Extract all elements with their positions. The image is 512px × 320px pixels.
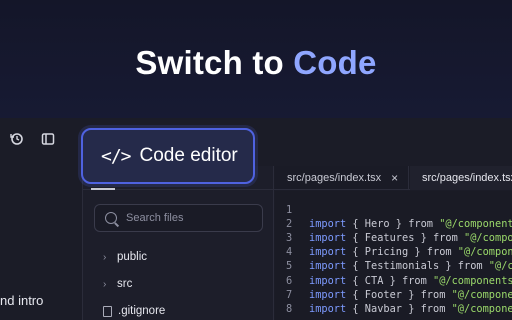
left-sidebar: nd intro — [0, 118, 82, 320]
line-number: 7 — [286, 288, 293, 301]
hero-banner: Switch to Code — [0, 0, 512, 118]
code-line: import { Footer } from "@/compone — [309, 289, 512, 301]
tab-label: src/pages/index.tsx — [422, 172, 512, 184]
tab-index-tsx-active[interactable]: src/pages/index.tsx — [410, 166, 512, 190]
close-icon[interactable]: × — [391, 171, 398, 185]
line-number: 8 — [286, 302, 293, 315]
chevron-right-icon: › — [103, 278, 107, 290]
code-line: import { Features } from "@/compon — [309, 232, 512, 244]
code-keyword: import — [309, 302, 347, 315]
headline-accent: Code — [293, 44, 377, 81]
search-placeholder: Search files — [126, 212, 184, 224]
headline-prefix: Switch to — [135, 44, 294, 81]
code-keyword: import — [309, 288, 347, 301]
sidebar-item-label[interactable]: nd intro — [0, 293, 43, 308]
code-string: "@/compon — [464, 232, 512, 245]
tab-index-tsx[interactable]: src/pages/index.tsx × — [275, 166, 409, 190]
code-line: import { CTA } from "@/components — [309, 275, 512, 287]
code-string: "@/compone — [451, 288, 512, 301]
tree-item-label: .gitignore — [118, 305, 166, 317]
code-text: { Pricing } from — [346, 246, 458, 259]
file-explorer: Search files › public › src .gitignore — [82, 166, 275, 320]
tree-item-label: public — [117, 251, 148, 263]
editor-app: nd intro Search files › public › src .gi… — [0, 118, 512, 320]
editor-tabs: src/pages/index.tsx × src/pages/index.ts… — [275, 166, 512, 190]
badge-label: Code editor — [139, 145, 238, 166]
code-text: { Navbar } from — [346, 302, 452, 315]
code-string: "@/components — [433, 274, 512, 287]
code-string: "@/compone — [457, 246, 512, 259]
tree-item-gitignore[interactable]: .gitignore — [103, 303, 165, 319]
line-number: 2 — [286, 218, 293, 231]
chevron-right-icon: › — [103, 251, 107, 263]
code-keyword: import — [309, 246, 347, 259]
tree-item-src[interactable]: › src — [103, 276, 132, 292]
code-keyword: import — [309, 218, 347, 231]
code-keyword: import — [309, 232, 347, 245]
code-line: import { Testimonials } from "@/co — [309, 260, 512, 272]
code-line: import { Navbar } from "@/compone — [309, 303, 512, 315]
line-number: 6 — [286, 274, 293, 287]
explorer-tab-indicator — [91, 188, 115, 190]
search-input[interactable]: Search files — [94, 204, 263, 232]
code-text: { Testimonials } from — [346, 260, 489, 273]
code-text: { Features } from — [346, 232, 464, 245]
headline: Switch to Code — [0, 44, 512, 82]
refresh-icon[interactable] — [9, 132, 25, 148]
code-text: { Footer } from — [346, 288, 452, 301]
line-number: 5 — [286, 260, 293, 273]
line-number: 1 — [286, 204, 293, 216]
sidebar-toggle-icon[interactable] — [40, 132, 56, 148]
code-keyword: import — [309, 274, 347, 287]
code-line: import { Hero } from "@/components — [309, 218, 512, 230]
file-icon — [103, 305, 112, 317]
tree-item-public[interactable]: › public — [103, 249, 147, 265]
code-icon: </> — [101, 145, 131, 167]
code-string: "@/co — [488, 260, 512, 273]
code-editor-badge: </> Code editor — [81, 128, 255, 184]
code-text: { CTA } from — [346, 274, 433, 287]
code-area[interactable]: 1 2 import { Hero } from "@/components 3 imp… — [275, 191, 512, 320]
code-keyword: import — [309, 260, 347, 273]
tree-item-label: src — [117, 278, 133, 290]
code-string: "@/components — [439, 218, 512, 231]
code-string: "@/compone — [451, 302, 512, 315]
line-number: 4 — [286, 246, 293, 259]
code-line: import { Pricing } from "@/compone — [309, 246, 512, 258]
tab-label: src/pages/index.tsx — [287, 172, 382, 184]
search-icon — [105, 212, 117, 224]
line-number: 3 — [286, 232, 293, 245]
code-text: { Hero } from — [346, 218, 440, 231]
